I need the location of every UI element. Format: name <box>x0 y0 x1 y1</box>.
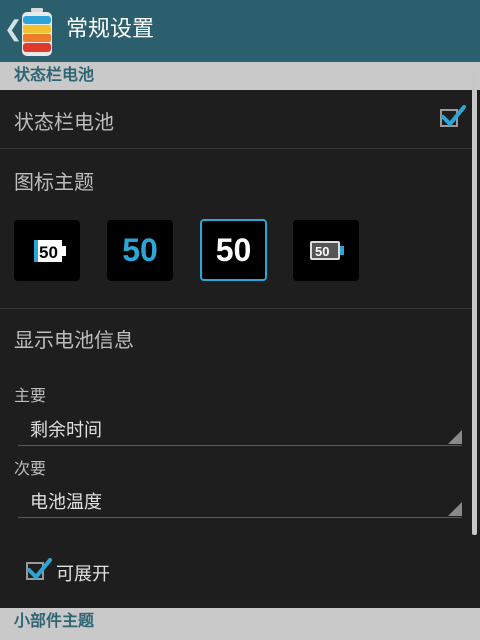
secondary-spinner-value: 电池温度 <box>30 492 102 513</box>
spinner-underline <box>18 517 462 518</box>
primary-spinner-value: 剩余时间 <box>30 420 102 441</box>
status-bar-battery-checkbox[interactable] <box>440 105 466 127</box>
status-bar-battery-label: 状态栏电池 <box>14 110 114 134</box>
secondary-label: 次要 <box>14 459 47 478</box>
expandable-label: 可展开 <box>56 564 110 585</box>
primary-spinner[interactable]: 剩余时间 <box>18 414 462 446</box>
expandable-checkbox[interactable] <box>26 558 52 580</box>
dropdown-arrow-icon <box>448 430 462 444</box>
spinner-underline <box>18 445 462 446</box>
title-bar: ❮ 常规设置 <box>0 0 480 62</box>
theme-tile-battery-outline[interactable]: 50 <box>293 220 359 281</box>
dropdown-arrow-icon <box>448 502 462 516</box>
section-header-widget-theme: 小部件主题 <box>0 608 480 640</box>
theme-tile-blue-number[interactable]: 50 <box>107 220 173 281</box>
scrollbar[interactable] <box>472 70 477 535</box>
checkmark-icon <box>441 105 466 127</box>
divider <box>0 148 472 149</box>
theme-tile-2-text: 50 <box>122 232 158 268</box>
icon-theme-label: 图标主题 <box>14 170 94 194</box>
theme-tile-3-text: 50 <box>215 232 252 268</box>
theme-tile-white-battery[interactable]: 50 <box>14 220 80 281</box>
divider <box>0 308 472 309</box>
section-header-status-bar-battery: 状态栏电池 <box>0 62 480 90</box>
secondary-spinner[interactable]: 电池温度 <box>18 486 462 518</box>
battery-outline-icon: 50 <box>310 241 344 260</box>
theme-tile-4-text: 50 <box>315 244 329 259</box>
checkmark-icon <box>27 558 52 580</box>
theme-tile-white-number-selected[interactable]: 50 <box>200 219 267 281</box>
primary-label: 主要 <box>14 386 47 405</box>
battery-app-icon[interactable] <box>20 7 54 57</box>
battery-info-label: 显示电池信息 <box>14 328 134 352</box>
theme-tile-1-text: 50 <box>39 243 58 262</box>
page-title: 常规设置 <box>66 17 155 42</box>
battery-icon: 50 <box>34 240 66 262</box>
